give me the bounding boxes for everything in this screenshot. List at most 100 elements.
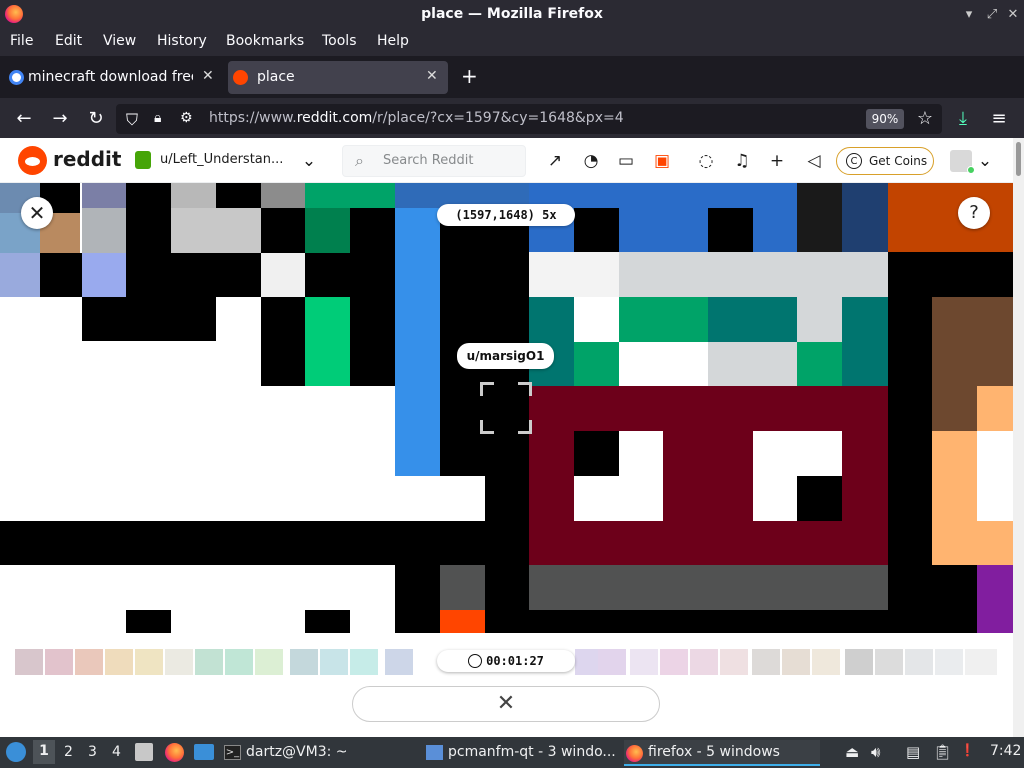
task-firefox[interactable]: firefox - 5 windows — [624, 740, 820, 766]
back-arrow-icon[interactable]: ← — [13, 108, 35, 129]
url-bar[interactable]: ⛉ 🔒︎ ⚙ https://www.reddit.com/r/place/?c… — [116, 104, 942, 134]
tab-place[interactable]: place ✕ — [228, 61, 448, 94]
canvas-pixel — [171, 208, 261, 253]
palette-swatch[interactable] — [15, 649, 43, 675]
palette-swatch[interactable] — [935, 649, 963, 675]
create-post-plus-icon[interactable]: + — [767, 151, 787, 171]
close-icon[interactable]: ✕ — [21, 197, 53, 229]
url-text[interactable]: https://www.reddit.com/r/place/?cx=1597&… — [209, 110, 624, 126]
desktop-icon[interactable] — [194, 744, 214, 760]
palette-swatch[interactable] — [320, 649, 348, 675]
video-icon[interactable]: ▭ — [616, 151, 636, 171]
reddit-wordmark[interactable]: reddit — [53, 147, 121, 171]
notifications-bell-icon[interactable]: ♫ — [732, 151, 752, 171]
notification-icon[interactable]: ❗ — [960, 743, 975, 757]
scrollbar-thumb[interactable] — [1016, 142, 1021, 176]
palette-swatch[interactable] — [165, 649, 193, 675]
download-icon[interactable]: ⤓ — [952, 108, 974, 129]
place-canvas[interactable]: (1597,1648) 5x u/marsigO1 ✕ ? — [0, 183, 1013, 633]
close-tab-icon[interactable]: ✕ — [202, 68, 214, 84]
palette-swatch[interactable] — [105, 649, 133, 675]
menu-tools[interactable]: Tools — [322, 33, 357, 49]
popular-icon[interactable]: ↗ — [545, 151, 565, 171]
hamburger-menu-icon[interactable]: ≡ — [988, 108, 1010, 129]
eject-icon[interactable]: ⏏ — [845, 743, 859, 761]
canvas-pixel — [574, 208, 619, 252]
palette-swatch[interactable] — [135, 649, 163, 675]
start-menu-icon[interactable] — [6, 742, 26, 762]
reticle-corner — [480, 382, 494, 396]
task-pcmanfm[interactable]: pcmanfm-qt - 3 windo... — [424, 740, 620, 766]
workspace-3[interactable]: 3 — [88, 744, 97, 760]
help-icon[interactable]: ? — [958, 197, 990, 229]
palette-swatch[interactable] — [690, 649, 718, 675]
reddit-logo-icon[interactable] — [18, 146, 47, 175]
palette-swatch[interactable] — [660, 649, 688, 675]
search-input[interactable]: ⌕ Search Reddit — [342, 145, 526, 177]
menu-view[interactable]: View — [103, 33, 136, 49]
timer-text: 00:01:27 — [486, 654, 544, 668]
palette-swatch[interactable] — [812, 649, 840, 675]
stats-icon[interactable]: ◔ — [581, 151, 601, 171]
menu-file[interactable]: File — [10, 33, 33, 49]
firefox-launcher-icon[interactable] — [165, 743, 184, 762]
palette-swatch[interactable] — [965, 649, 997, 675]
canvas-pixel — [171, 253, 261, 297]
user-menu-label[interactable]: u/Left_Understan... — [160, 152, 283, 167]
reload-icon[interactable]: ↻ — [85, 108, 107, 129]
zoom-level[interactable]: 90% — [866, 109, 904, 129]
workspace-2[interactable]: 2 — [64, 744, 73, 760]
workspace-1[interactable]: 1 — [33, 740, 55, 764]
palette-swatch[interactable] — [350, 649, 378, 675]
close-icon[interactable]: ✕ — [1006, 7, 1020, 22]
palette-swatch[interactable] — [290, 649, 318, 675]
file-manager-icon[interactable] — [135, 743, 153, 761]
volume-icon[interactable]: 🔊︎ — [871, 743, 880, 761]
palette-swatch[interactable] — [782, 649, 810, 675]
canvas-pixel — [305, 610, 350, 633]
palette-swatch[interactable] — [255, 649, 283, 675]
clipboard-icon[interactable]: 📋︎ — [933, 743, 952, 761]
profile-avatar[interactable] — [950, 150, 975, 174]
profile-chevron-down-icon[interactable]: ⌄ — [975, 151, 995, 171]
task-terminal[interactable]: >_ dartz@VM3: ~ — [222, 740, 418, 766]
close-tab-icon[interactable]: ✕ — [426, 68, 438, 84]
close-palette-button[interactable]: ✕ — [352, 686, 660, 722]
place-icon[interactable]: ▣ — [652, 151, 672, 171]
palette-swatch[interactable] — [385, 649, 413, 675]
minimize-icon[interactable]: ▾ — [962, 7, 976, 22]
palette-swatch[interactable] — [195, 649, 223, 675]
canvas-pixel — [350, 297, 395, 386]
bookmark-star-icon[interactable]: ☆ — [914, 108, 936, 129]
page-scrollbar[interactable] — [1013, 138, 1024, 737]
palette-swatch[interactable] — [845, 649, 873, 675]
palette-swatch[interactable] — [45, 649, 73, 675]
palette-swatch[interactable] — [225, 649, 253, 675]
clock[interactable]: 7:42 — [990, 743, 1021, 759]
palette-swatch[interactable] — [752, 649, 780, 675]
lock-icon[interactable]: 🔒︎ — [154, 110, 161, 126]
palette-swatch[interactable] — [75, 649, 103, 675]
forward-arrow-icon[interactable]: → — [49, 108, 71, 129]
network-icon[interactable]: ▤ — [906, 743, 920, 761]
palette-swatch[interactable] — [598, 649, 626, 675]
chevron-down-icon[interactable]: ⌄ — [299, 151, 319, 171]
workspace-4[interactable]: 4 — [112, 744, 121, 760]
maximize-icon[interactable]: ⤢ — [985, 7, 999, 22]
palette-swatch[interactable] — [720, 649, 748, 675]
palette-swatch[interactable] — [630, 649, 658, 675]
menu-bookmarks[interactable]: Bookmarks — [226, 33, 304, 49]
get-coins-button[interactable]: C Get Coins — [836, 147, 934, 175]
pixel-selection-reticle[interactable] — [480, 382, 532, 434]
palette-swatch[interactable] — [905, 649, 933, 675]
tab-minecraft[interactable]: minecraft download free ✕ — [4, 61, 222, 94]
new-tab-button[interactable]: + — [458, 62, 482, 95]
permissions-icon[interactable]: ⚙ — [180, 110, 193, 126]
palette-swatch[interactable] — [875, 649, 903, 675]
menu-edit[interactable]: Edit — [55, 33, 82, 49]
chat-icon[interactable]: ◌ — [696, 151, 716, 171]
advertise-megaphone-icon[interactable]: ◁ — [804, 151, 824, 171]
shield-icon[interactable]: ⛉ — [126, 110, 138, 130]
menu-history[interactable]: History — [157, 33, 207, 49]
menu-help[interactable]: Help — [377, 33, 409, 49]
